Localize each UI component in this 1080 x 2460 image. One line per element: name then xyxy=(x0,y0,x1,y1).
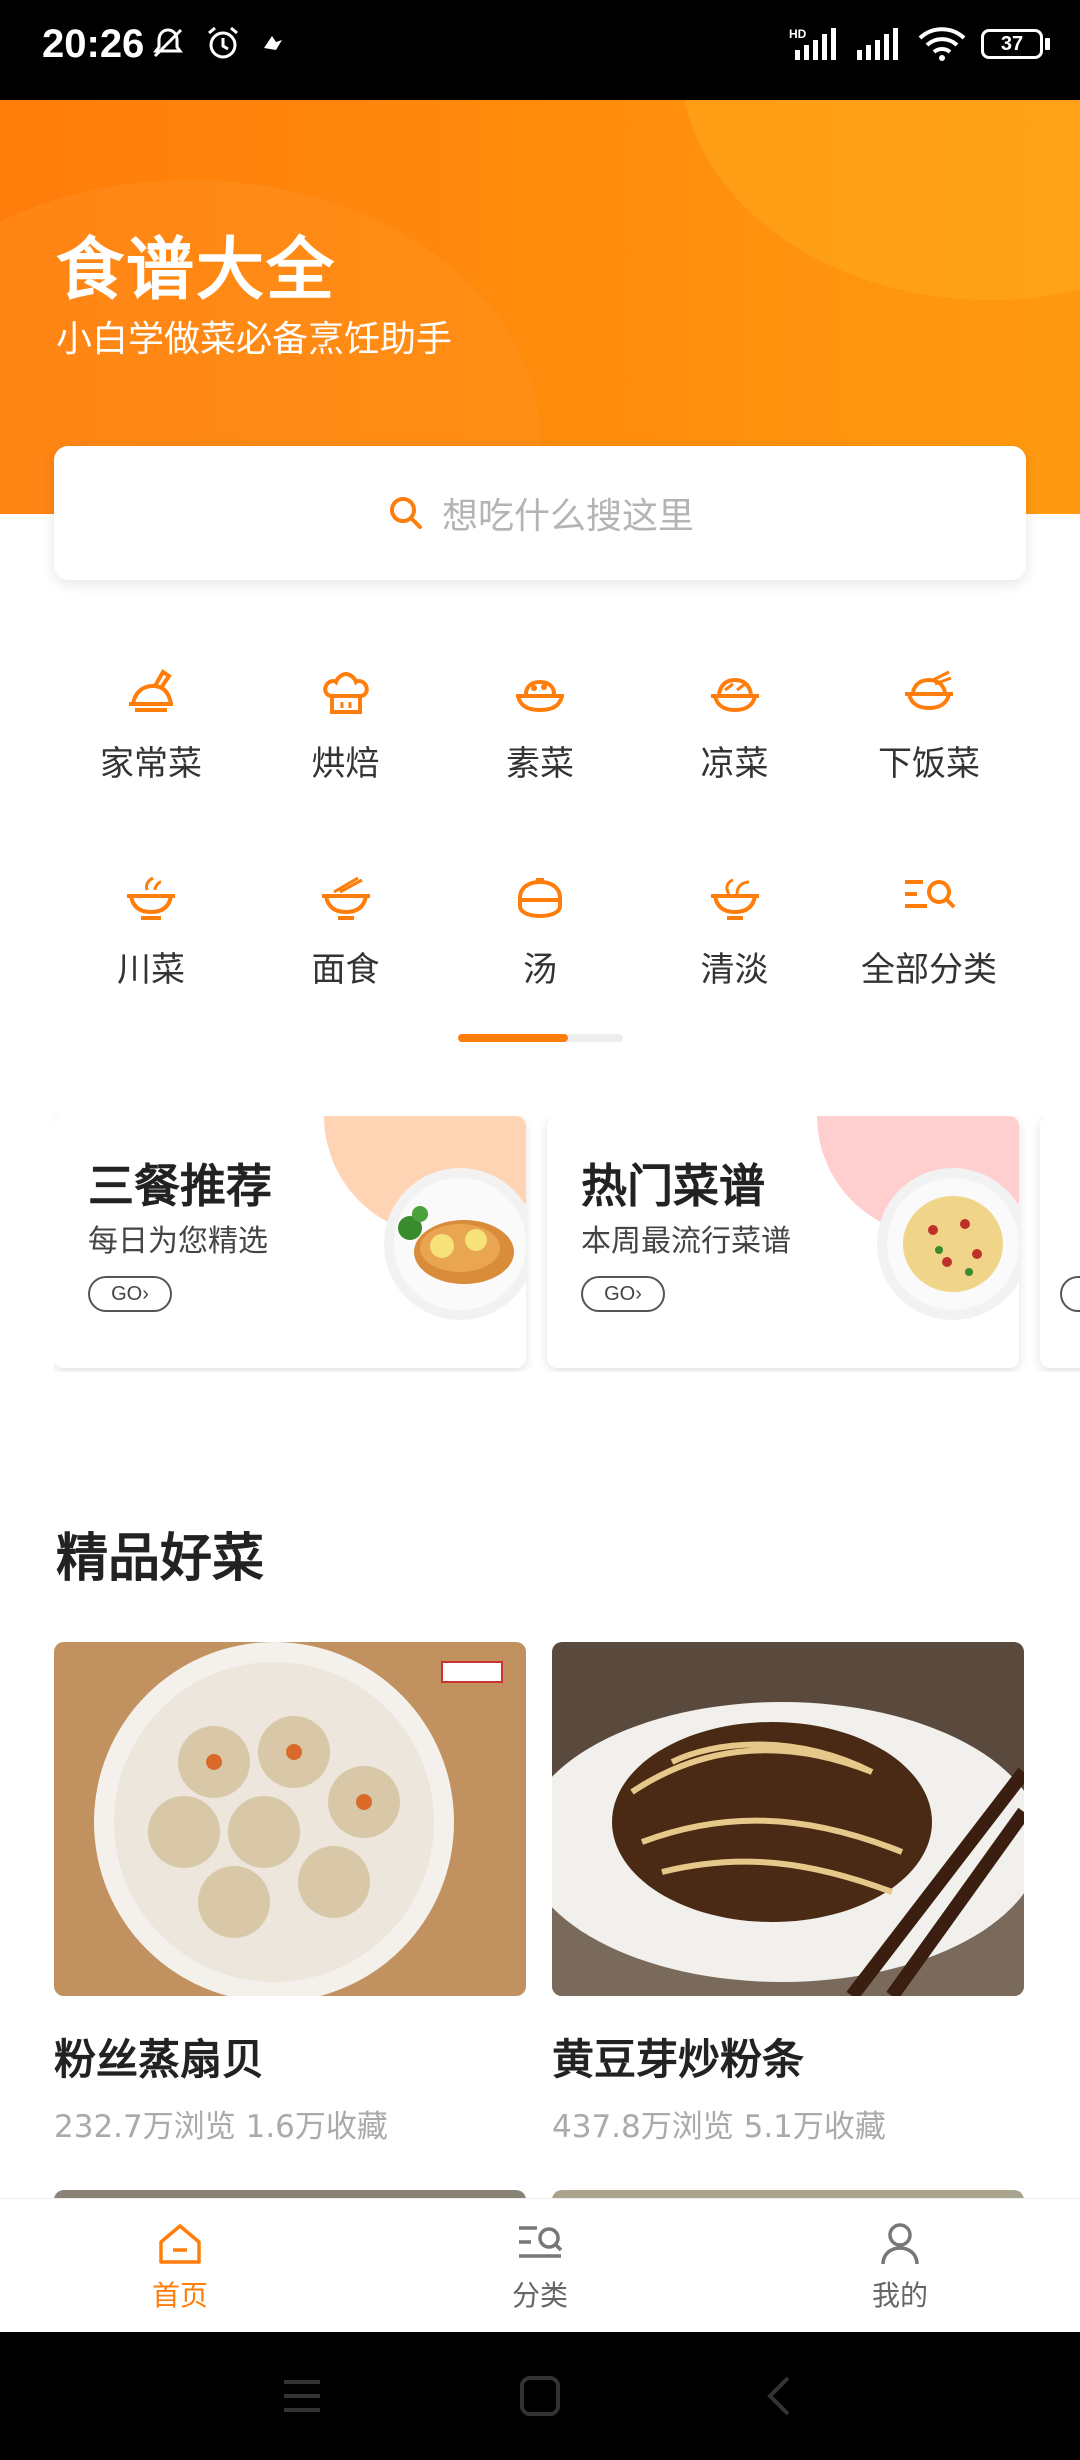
go-button-partial xyxy=(1060,1276,1080,1312)
wifi-icon xyxy=(918,27,966,61)
profile-icon xyxy=(881,2223,919,2265)
tab-category[interactable]: 分类 xyxy=(360,2199,720,2333)
feature-card-subtitle: 每日为您精选 xyxy=(88,1224,268,1259)
recipe-name: 黄豆芽炒粉条 xyxy=(552,2035,805,2084)
category-baking[interactable]: 烘焙 xyxy=(249,660,443,866)
recipe-card[interactable]: 粉丝蒸扇贝 232.7万浏览 1.6万收藏 xyxy=(54,1642,526,2146)
category-sichuan[interactable]: 川菜 xyxy=(54,866,248,1072)
light-dish-icon xyxy=(710,878,759,920)
home-button-icon[interactable] xyxy=(518,2374,562,2418)
category-label: 素菜 xyxy=(506,744,574,784)
category-page-indicator xyxy=(458,1034,623,1042)
alarm-icon xyxy=(208,26,238,59)
feature-carousel[interactable]: 三餐推荐 每日为您精选 GO› 热门菜谱 本周最流行菜谱 GO› xyxy=(54,1116,1080,1372)
svg-text:HD: HD xyxy=(789,27,807,41)
category-label: 下饭菜 xyxy=(878,744,980,784)
signal-icon xyxy=(857,28,898,60)
recipe-card[interactable]: 黄豆芽炒粉条 437.8万浏览 5.1万收藏 xyxy=(552,1642,1024,2146)
feature-card-title: 热门菜谱 xyxy=(581,1159,765,1213)
recipe-name: 粉丝蒸扇贝 xyxy=(54,2035,265,2084)
soup-icon xyxy=(518,878,562,919)
mute-icon xyxy=(153,28,183,58)
battery-icon: 37 xyxy=(981,29,1050,59)
category-light[interactable]: 清淡 xyxy=(638,866,832,1072)
sichuan-dish-icon xyxy=(127,876,175,920)
home-dish-icon xyxy=(129,669,173,712)
feature-card-next[interactable] xyxy=(1040,1116,1080,1368)
bottom-tab-bar: 首页 分类 我的 xyxy=(0,2198,1080,2333)
section-title: 精品好菜 xyxy=(56,1529,265,1589)
category-grid: 家常菜 烘焙 素菜 凉菜 下饭菜 川菜 面食 汤 清淡 全部分类 xyxy=(54,660,1026,1072)
cold-dish-icon xyxy=(710,677,759,713)
category-label: 汤 xyxy=(523,950,557,990)
vegetable-dish-icon xyxy=(516,679,564,713)
rice-dish-icon xyxy=(905,670,953,711)
category-label: 凉菜 xyxy=(700,744,769,784)
app-notification-icon xyxy=(264,36,282,50)
menu-icon[interactable] xyxy=(280,2376,324,2416)
app-title: 食谱大全 xyxy=(56,231,337,310)
category-label: 川菜 xyxy=(117,950,185,990)
category-label: 清淡 xyxy=(700,950,769,990)
food-plate-image xyxy=(384,1168,526,1320)
feature-card-meals[interactable]: 三餐推荐 每日为您精选 GO› xyxy=(54,1116,526,1368)
recipe-photo xyxy=(54,1642,526,1996)
recipe-stats: 437.8万浏览 5.1万收藏 xyxy=(552,2109,886,2145)
back-icon[interactable] xyxy=(760,2374,800,2418)
category-home-dish[interactable]: 家常菜 xyxy=(54,660,248,866)
feature-card-hot[interactable]: 热门菜谱 本周最流行菜谱 GO› xyxy=(547,1116,1019,1368)
category-noodles[interactable]: 面食 xyxy=(249,866,443,1072)
category-cold-dish[interactable]: 凉菜 xyxy=(638,660,832,866)
category-label: 家常菜 xyxy=(100,744,202,784)
tab-home[interactable]: 首页 xyxy=(0,2199,360,2333)
baking-icon xyxy=(322,671,369,714)
search-bar[interactable]: 想吃什么搜这里 xyxy=(54,446,1026,580)
search-placeholder: 想吃什么搜这里 xyxy=(441,496,694,537)
recipe-photo xyxy=(552,1642,1024,1996)
recipe-stats: 232.7万浏览 1.6万收藏 xyxy=(54,2109,388,2145)
tab-label: 分类 xyxy=(511,2279,568,2312)
category-icon xyxy=(519,2226,563,2258)
all-categories-icon xyxy=(905,880,956,909)
system-nav-bar xyxy=(0,2332,1080,2460)
status-bar: 20:26 HD 37 xyxy=(0,0,1080,100)
feature-card-subtitle: 本周最流行菜谱 xyxy=(581,1224,791,1259)
hd-signal-icon: HD xyxy=(789,27,836,60)
category-label: 面食 xyxy=(311,950,380,990)
tab-label: 我的 xyxy=(871,2279,928,2312)
category-vegetable[interactable]: 素菜 xyxy=(443,660,637,866)
go-button[interactable]: GO› xyxy=(88,1276,172,1312)
noodles-icon xyxy=(321,876,370,920)
category-label: 烘焙 xyxy=(311,744,380,784)
feature-card-title: 三餐推荐 xyxy=(88,1159,272,1213)
search-icon xyxy=(389,497,422,529)
category-label: 全部分类 xyxy=(861,950,997,990)
category-rice-dish[interactable]: 下饭菜 xyxy=(832,660,1026,866)
tab-label: 首页 xyxy=(151,2279,208,2312)
battery-level: 37 xyxy=(981,29,1043,59)
home-icon xyxy=(159,2224,201,2264)
food-plate-image xyxy=(877,1168,1019,1320)
category-all[interactable]: 全部分类 xyxy=(832,866,1026,1072)
app-subtitle: 小白学做菜必备烹饪助手 xyxy=(56,319,453,360)
status-time: 20:26 xyxy=(42,22,145,66)
go-button[interactable]: GO› xyxy=(581,1276,665,1312)
tab-profile[interactable]: 我的 xyxy=(720,2199,1080,2333)
